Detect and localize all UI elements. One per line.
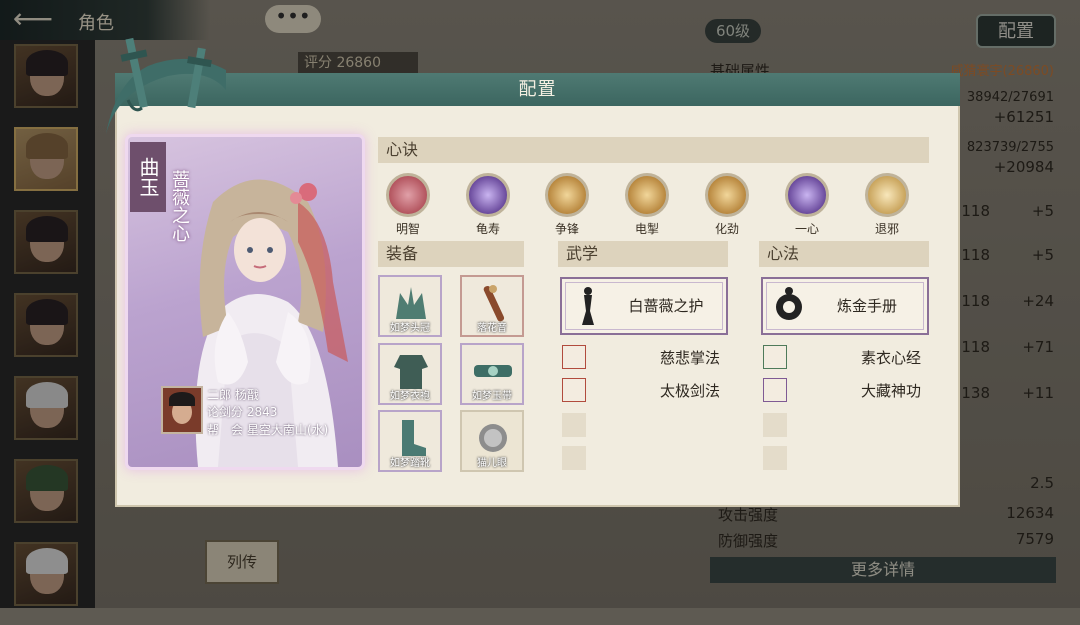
martial-main-slot[interactable]: 白蔷薇之护: [560, 277, 728, 335]
robe-icon: [394, 355, 428, 389]
martial-skill-icon: [562, 345, 586, 369]
martial-skill-name: 慈悲掌法: [659, 349, 720, 367]
equipment-label: 如梦头冠: [390, 323, 430, 334]
equipment-label: 猫儿眼: [477, 458, 507, 469]
xinjue-label: 化劲: [714, 222, 739, 236]
equipment-label: 如梦衣袍: [390, 391, 430, 402]
martial-skill-icon: [562, 378, 586, 402]
equipment-slot-accessory[interactable]: 猫儿眼: [460, 410, 524, 472]
empty-skill-slot[interactable]: [763, 446, 787, 470]
section-equipment: 装备: [378, 241, 524, 267]
martial-skill-name: 太极剑法: [659, 382, 720, 400]
section-mental: 心法: [759, 241, 929, 267]
contention-icon: [545, 173, 589, 217]
equipment-slot-belt[interactable]: 如梦玉带: [460, 343, 524, 405]
mental-skill-row[interactable]: 大藏神功: [763, 378, 931, 404]
xinjue-label: 龟寿: [475, 222, 500, 236]
boots-icon: [402, 420, 426, 456]
xinjue-label: 明智: [395, 222, 420, 236]
mental-skill-row[interactable]: 素衣心经: [763, 345, 931, 371]
empty-skill-slot[interactable]: [562, 413, 586, 437]
martial-main-name: 白蔷薇之护: [628, 297, 704, 315]
xinjue-label: 争锋: [554, 222, 579, 236]
xinjue-item[interactable]: 明智: [378, 173, 438, 237]
jade-belt-icon: [474, 365, 512, 377]
owner-guild: 帮 会 星空大南山(水): [207, 423, 329, 437]
wisdom-icon: [386, 173, 430, 217]
xinjue-label: 电掣: [634, 222, 659, 236]
equipment-slot-feet[interactable]: 如梦踏靴: [378, 410, 442, 472]
single-heart-icon: [785, 173, 829, 217]
martial-skill-row[interactable]: 太极剑法: [562, 378, 730, 404]
gem-icon: [479, 424, 507, 452]
xinjue-item[interactable]: 电掣: [617, 173, 677, 237]
xinjue-label: 退邪: [874, 222, 899, 236]
lightning-icon: [625, 173, 669, 217]
xinjue-label: 一心: [794, 222, 819, 236]
flute-icon: [483, 285, 505, 322]
character-name: 曲玉: [130, 142, 166, 212]
equipment-label: 落花音: [477, 323, 507, 334]
mental-main-name: 炼金手册: [836, 297, 897, 315]
section-xinjue: 心诀: [378, 137, 929, 163]
martial-skill-row[interactable]: 慈悲掌法: [562, 345, 730, 371]
mental-skill-name: 素衣心经: [860, 349, 921, 367]
xinjue-item[interactable]: 一心: [777, 173, 837, 237]
xinjue-item[interactable]: 龟寿: [458, 173, 518, 237]
repel-evil-icon: [865, 173, 909, 217]
mental-main-slot[interactable]: 炼金手册: [761, 277, 929, 335]
equipment-slot-body[interactable]: 如梦衣袍: [378, 343, 442, 405]
modal-header: 配置: [115, 73, 960, 106]
xinjue-item[interactable]: 化劲: [697, 173, 757, 237]
equipment-slot-head[interactable]: 如梦头冠: [378, 275, 442, 337]
empty-skill-slot[interactable]: [562, 446, 586, 470]
martial-figure-icon: [582, 287, 594, 325]
owner-name: 二郎 杨戬: [207, 388, 259, 402]
owner-score: 论剑分 2843: [207, 405, 278, 419]
sword-decoration-icon: [106, 37, 226, 135]
owner-avatar: [161, 386, 203, 434]
section-martial: 武学: [558, 241, 728, 267]
modal-title: 配置: [518, 79, 557, 100]
transform-force-icon: [705, 173, 749, 217]
equipment-label: 如梦踏靴: [390, 458, 430, 469]
empty-skill-slot[interactable]: [763, 413, 787, 437]
turtle-longevity-icon: [466, 173, 510, 217]
crown-icon: [396, 287, 426, 319]
mental-skill-icon: [763, 378, 787, 402]
xinjue-item[interactable]: 争锋: [537, 173, 597, 237]
skin-name: 蔷薇之心: [169, 170, 190, 242]
equipment-slot-weapon[interactable]: 落花音: [460, 275, 524, 337]
equipment-label: 如梦玉带: [472, 391, 512, 402]
alchemy-icon: [776, 287, 802, 320]
mental-skill-name: 大藏神功: [860, 382, 921, 400]
xinjue-item[interactable]: 退邪: [857, 173, 917, 237]
mental-skill-icon: [763, 345, 787, 369]
